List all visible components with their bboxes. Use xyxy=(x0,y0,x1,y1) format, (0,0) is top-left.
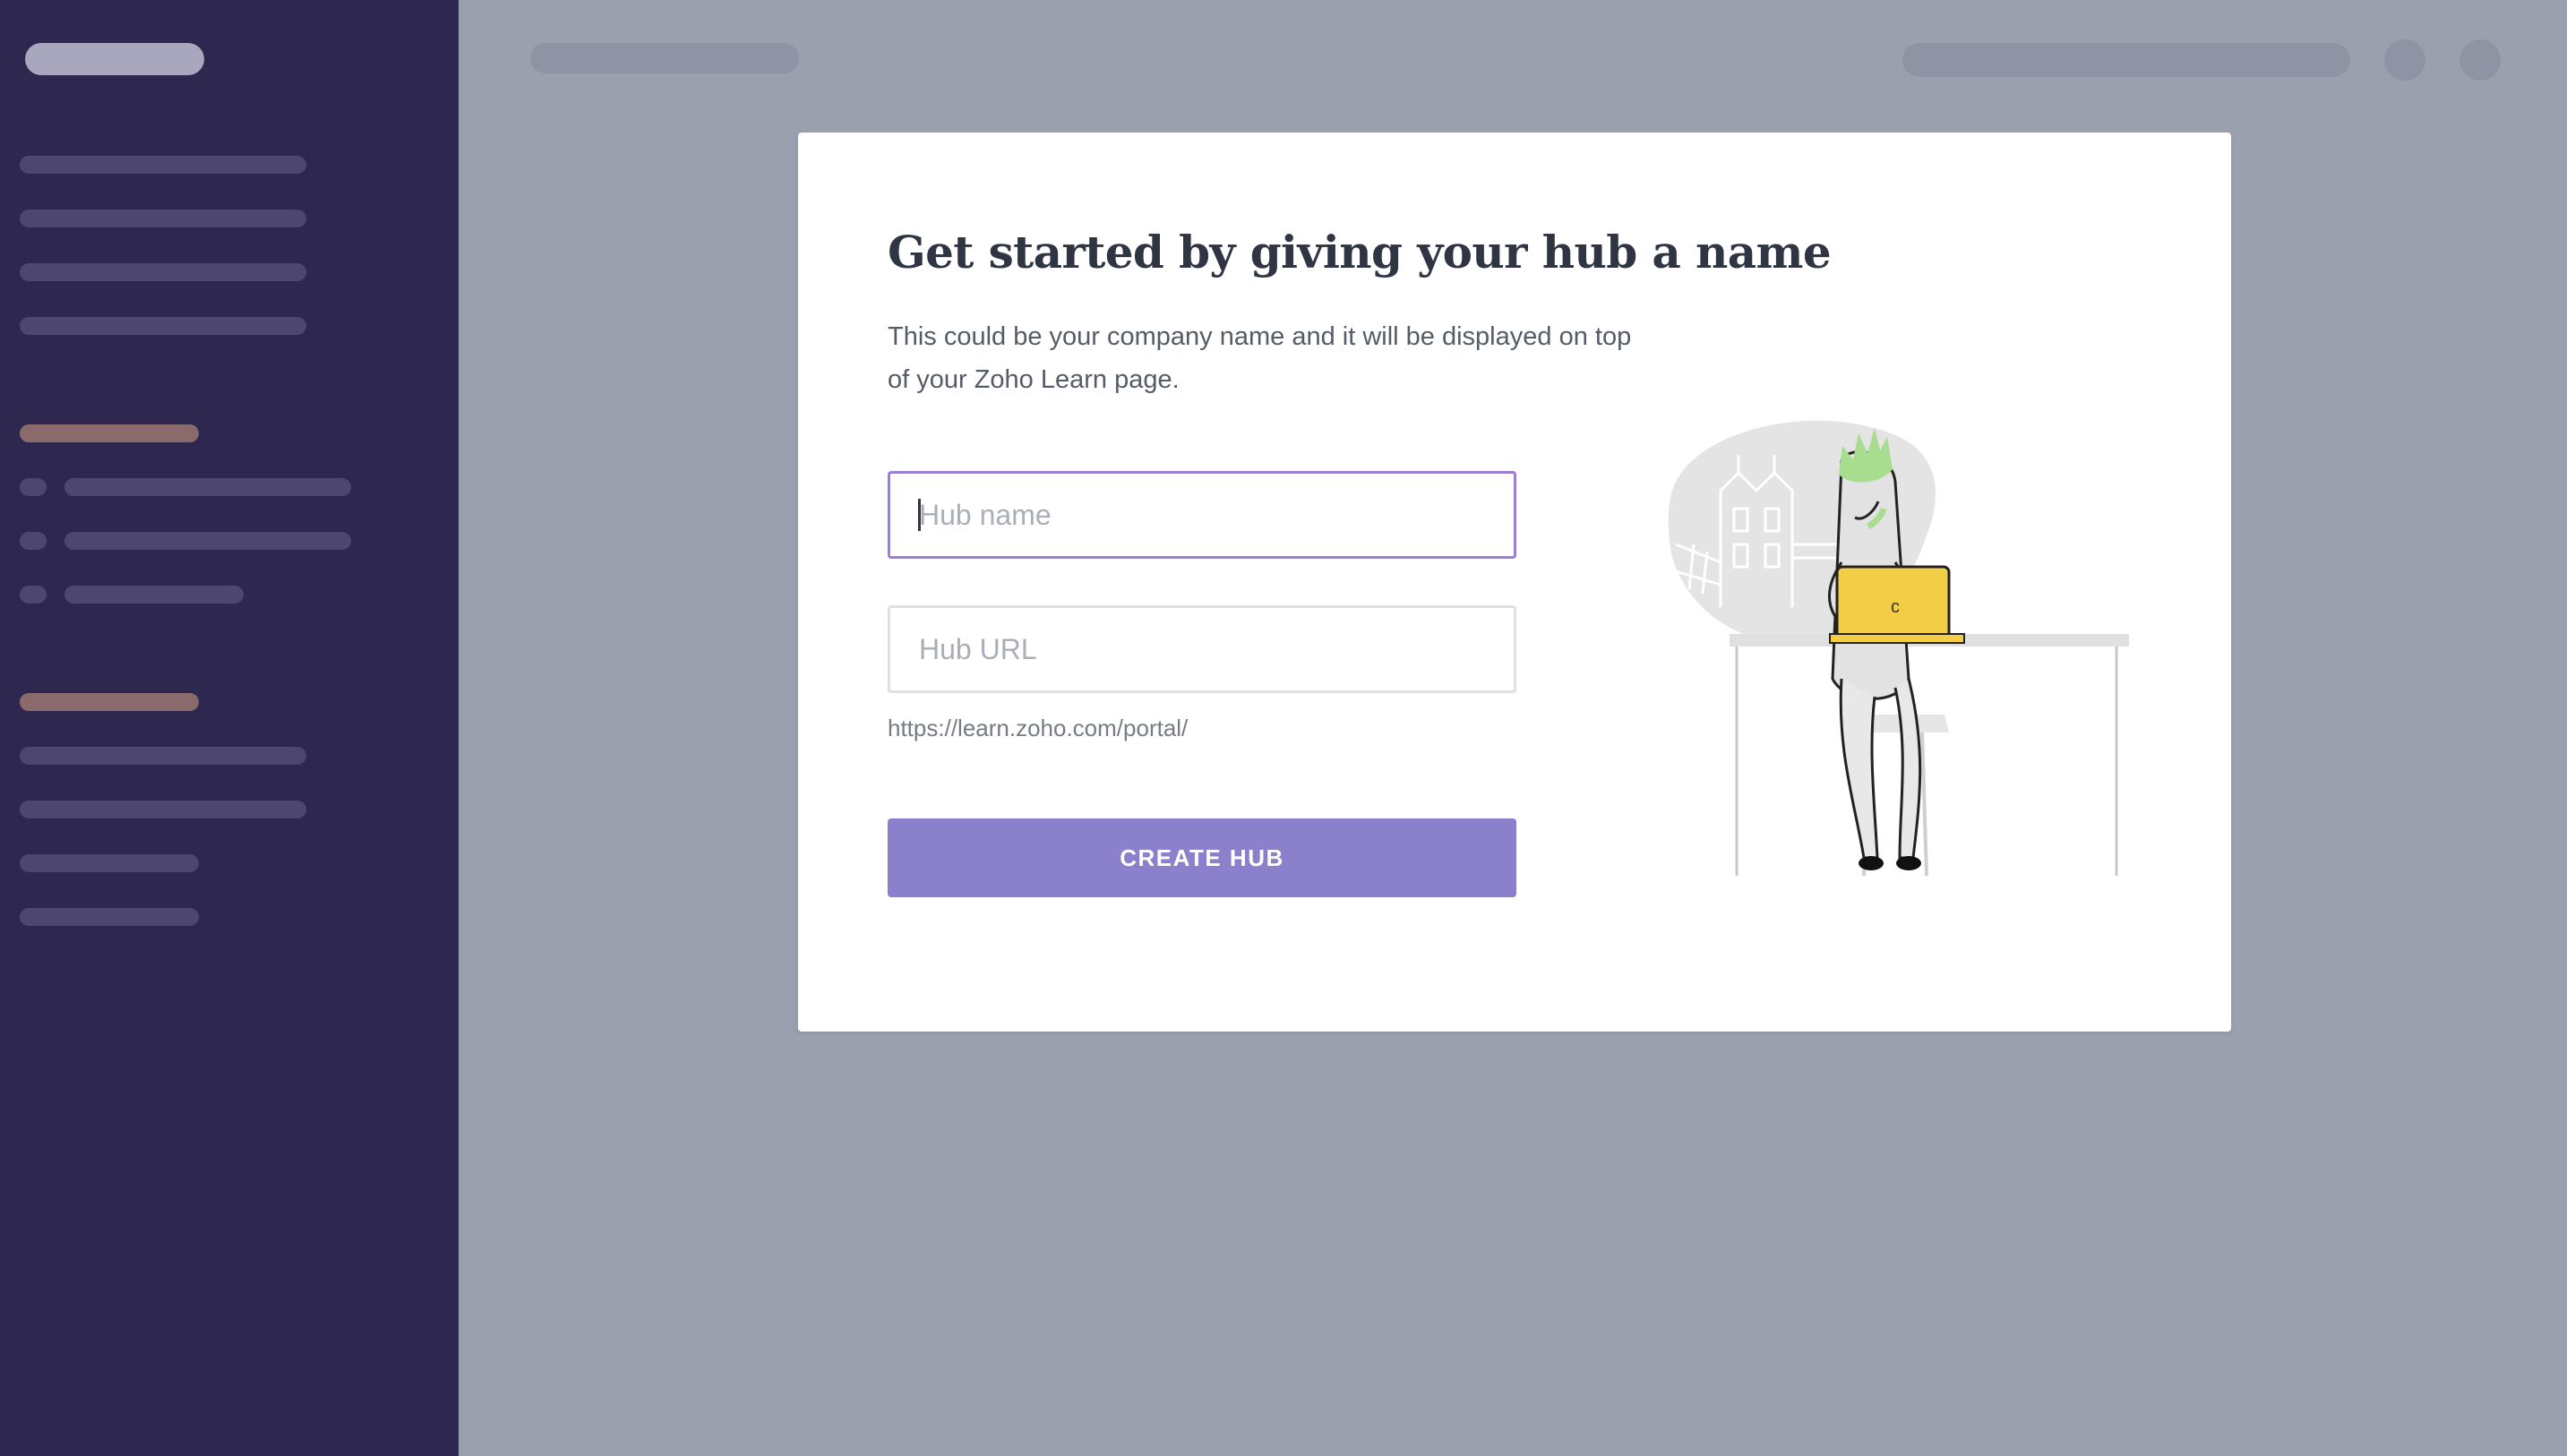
text-cursor xyxy=(918,499,921,531)
svg-text:c: c xyxy=(1891,597,1900,617)
hub-url-input[interactable] xyxy=(888,605,1516,693)
topbar-avatar-placeholder xyxy=(2460,39,2501,81)
sidebar-placeholder-icon xyxy=(20,478,47,496)
topbar-icon-placeholder xyxy=(2384,39,2425,81)
sidebar-placeholder-item xyxy=(64,532,351,550)
create-hub-button[interactable]: CREATE HUB xyxy=(888,818,1516,897)
sidebar-placeholder-heading xyxy=(20,424,199,442)
sidebar-placeholder-item xyxy=(20,210,306,227)
hub-url-prefix: https://learn.zoho.com/portal/ xyxy=(888,715,1189,741)
sidebar-placeholder-item xyxy=(64,478,351,496)
topbar-title-placeholder xyxy=(530,43,799,73)
sidebar-placeholder-icon xyxy=(20,532,47,550)
sidebar xyxy=(0,0,459,1456)
sidebar-placeholder-item xyxy=(64,586,244,604)
sidebar-placeholder-item xyxy=(20,263,306,281)
dialog-description: This could be your company name and it w… xyxy=(888,322,1632,394)
sidebar-placeholder-item xyxy=(20,747,306,765)
sidebar-placeholder-item xyxy=(20,156,306,174)
logo-placeholder xyxy=(25,43,204,75)
sidebar-placeholder-item xyxy=(20,908,199,926)
hub-name-input[interactable] xyxy=(888,471,1516,559)
sidebar-placeholder-item xyxy=(20,801,306,818)
person-with-laptop-illustration: c xyxy=(1668,420,2129,877)
dialog-title: Get started by giving your hub a name xyxy=(888,226,1832,278)
sidebar-placeholder-heading xyxy=(20,693,199,711)
sidebar-placeholder-item xyxy=(20,854,199,872)
sidebar-placeholder-icon xyxy=(20,586,47,604)
create-hub-dialog: Get started by giving your hub a name Th… xyxy=(798,133,2231,1032)
topbar-search-placeholder xyxy=(1902,43,2350,77)
sidebar-placeholder-item xyxy=(20,317,306,335)
